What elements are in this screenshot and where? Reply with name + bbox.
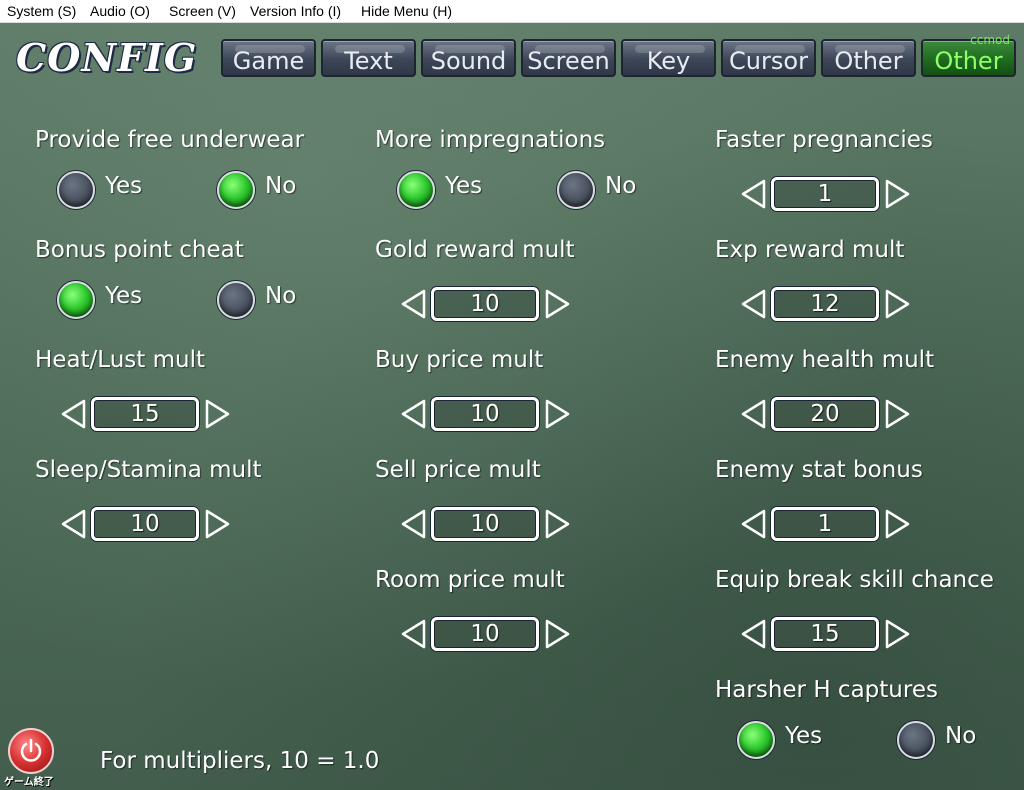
tab-other-ccmod[interactable]: ccmod Other <box>921 33 1016 77</box>
enemy-stat-increase-icon[interactable] <box>885 509 911 539</box>
enemy-health-label: Enemy health mult <box>715 347 935 373</box>
sleep-stamina-decrease-icon[interactable] <box>60 509 86 539</box>
enemy-health-increase-icon[interactable] <box>885 399 911 429</box>
exit-game-label: ゲーム終了 <box>4 777 54 788</box>
more-impregnations-yes-label: Yes <box>445 173 483 199</box>
tab-shine <box>535 45 605 53</box>
enemy-health-value: 20 <box>771 397 879 431</box>
heat-lust-increase-icon[interactable] <box>205 399 231 429</box>
gold-reward-label: Gold reward mult <box>375 237 575 263</box>
enemy-stat-label: Enemy stat bonus <box>715 457 923 483</box>
gold-reward-decrease-icon[interactable] <box>400 289 426 319</box>
menu-system[interactable]: System (S) <box>7 3 76 19</box>
menu-audio[interactable]: Audio (O) <box>90 3 150 19</box>
bonus-point-label: Bonus point cheat <box>35 237 244 263</box>
tab-label: Other <box>934 47 1003 75</box>
buy-price-label: Buy price mult <box>375 347 544 373</box>
harsher-h-yes-label: Yes <box>785 723 823 749</box>
room-price-decrease-icon[interactable] <box>400 619 426 649</box>
enemy-health-decrease-icon[interactable] <box>740 399 766 429</box>
free-underwear-no-label: No <box>265 173 297 199</box>
sleep-stamina-increase-icon[interactable] <box>205 509 231 539</box>
tab-sound[interactable]: Sound <box>421 39 516 77</box>
exit-game-button[interactable] <box>8 728 54 774</box>
tab-shine <box>235 45 305 53</box>
faster-pregnancies-increase-icon[interactable] <box>885 179 911 209</box>
tab-shine <box>635 45 705 53</box>
free-underwear-yes-label: Yes <box>105 173 143 199</box>
bonus-point-no-label: No <box>265 283 297 309</box>
room-price-value: 10 <box>431 617 539 651</box>
config-panel: CONFIG Game Text Sound Screen Key Cursor… <box>0 23 1024 790</box>
exp-reward-decrease-icon[interactable] <box>740 289 766 319</box>
gold-reward-increase-icon[interactable] <box>545 289 571 319</box>
bonus-point-no-radio[interactable] <box>217 281 255 319</box>
tab-key[interactable]: Key <box>621 39 716 77</box>
tab-shine <box>835 45 905 53</box>
power-icon <box>20 738 42 762</box>
harsher-h-yes-radio[interactable] <box>737 721 775 759</box>
free-underwear-yes-radio[interactable] <box>57 171 95 209</box>
sell-price-decrease-icon[interactable] <box>400 509 426 539</box>
more-impregnations-no-label: No <box>605 173 637 199</box>
enemy-stat-decrease-icon[interactable] <box>740 509 766 539</box>
equip-break-value: 15 <box>771 617 879 651</box>
bonus-point-yes-radio[interactable] <box>57 281 95 319</box>
heat-lust-label: Heat/Lust mult <box>35 347 205 373</box>
config-logo: CONFIG <box>16 35 198 80</box>
gold-reward-value: 10 <box>431 287 539 321</box>
exp-reward-label: Exp reward mult <box>715 237 905 263</box>
multiplier-note: For multipliers, 10 = 1.0 <box>100 748 380 774</box>
tab-other[interactable]: Other <box>821 39 916 77</box>
tab-text[interactable]: Text <box>321 39 416 77</box>
menu-hide-menu[interactable]: Hide Menu (H) <box>361 3 452 19</box>
faster-pregnancies-decrease-icon[interactable] <box>740 179 766 209</box>
tab-screen[interactable]: Screen <box>521 39 616 77</box>
sleep-stamina-value: 10 <box>91 507 199 541</box>
exp-reward-increase-icon[interactable] <box>885 289 911 319</box>
more-impregnations-label: More impregnations <box>375 127 606 153</box>
equip-break-increase-icon[interactable] <box>885 619 911 649</box>
sleep-stamina-label: Sleep/Stamina mult <box>35 457 262 483</box>
buy-price-value: 10 <box>431 397 539 431</box>
equip-break-label: Equip break skill chance <box>715 567 994 593</box>
menu-screen[interactable]: Screen (V) <box>169 3 236 19</box>
more-impregnations-yes-radio[interactable] <box>397 171 435 209</box>
tab-shine <box>435 45 505 53</box>
bonus-point-yes-label: Yes <box>105 283 143 309</box>
enemy-stat-value: 1 <box>771 507 879 541</box>
buy-price-decrease-icon[interactable] <box>400 399 426 429</box>
sell-price-increase-icon[interactable] <box>545 509 571 539</box>
tab-shine <box>735 45 805 53</box>
heat-lust-decrease-icon[interactable] <box>60 399 86 429</box>
faster-pregnancies-label: Faster pregnancies <box>715 127 933 153</box>
room-price-label: Room price mult <box>375 567 565 593</box>
heat-lust-value: 15 <box>91 397 199 431</box>
tab-shine <box>335 45 405 53</box>
tab-game[interactable]: Game <box>221 39 316 77</box>
room-price-increase-icon[interactable] <box>545 619 571 649</box>
free-underwear-no-radio[interactable] <box>217 171 255 209</box>
harsher-h-label: Harsher H captures <box>715 677 938 703</box>
tab-badge: ccmod <box>970 33 1010 47</box>
buy-price-increase-icon[interactable] <box>545 399 571 429</box>
sell-price-label: Sell price mult <box>375 457 541 483</box>
menu-bar: System (S) Audio (O) Screen (V) Version … <box>0 0 1024 23</box>
faster-pregnancies-value: 1 <box>771 177 879 211</box>
free-underwear-label: Provide free underwear <box>35 127 305 153</box>
equip-break-decrease-icon[interactable] <box>740 619 766 649</box>
menu-version-info[interactable]: Version Info (I) <box>250 3 341 19</box>
harsher-h-no-radio[interactable] <box>897 721 935 759</box>
exp-reward-value: 12 <box>771 287 879 321</box>
sell-price-value: 10 <box>431 507 539 541</box>
tab-cursor[interactable]: Cursor <box>721 39 816 77</box>
harsher-h-no-label: No <box>945 723 977 749</box>
more-impregnations-no-radio[interactable] <box>557 171 595 209</box>
